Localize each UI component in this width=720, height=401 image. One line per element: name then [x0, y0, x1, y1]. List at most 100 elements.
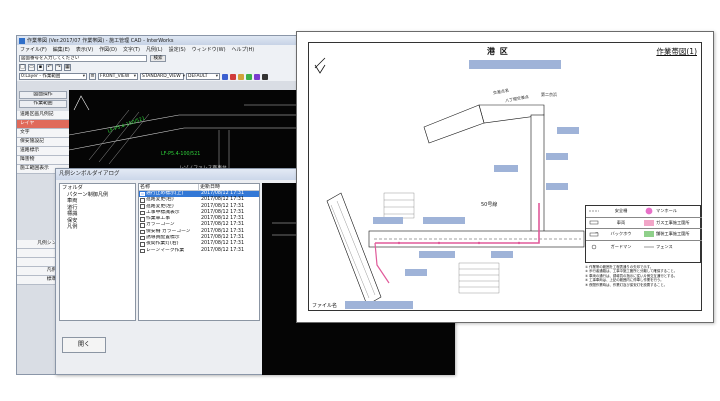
- chevron-down-icon: ▾: [82, 74, 85, 79]
- guardman-icon: [586, 244, 601, 250]
- road-edge-line: [69, 114, 309, 136]
- symbol-date: 2017/08/12 17:31: [201, 247, 244, 253]
- search-button[interactable]: 検索: [150, 54, 166, 62]
- address-label-box: [469, 60, 561, 69]
- view-select-2-value: STANDARD_VIEW: [142, 74, 181, 79]
- chevron-down-icon: ▾: [133, 74, 136, 79]
- layer-select-value: 0:Layer - 作業範囲: [21, 74, 61, 79]
- left-item[interactable]: 道路標示: [17, 147, 69, 156]
- column-date[interactable]: 更新日時: [199, 184, 220, 190]
- legend-label: ガードマン: [610, 243, 632, 249]
- left-panel-list: 道路区画凡例記 レイヤ 文字 保安施設記 道路標示 障害物 施工範囲表示: [17, 111, 69, 174]
- drawing-notes: ① 作業帯の範囲を工程表通りの矢印で示す。 ② 歩行者通路は、工事中施工箇所と分…: [585, 265, 701, 287]
- label-box: [546, 153, 568, 160]
- menu-view[interactable]: 表示(V): [76, 46, 93, 53]
- gas-work-area-icon: [641, 219, 656, 226]
- drawing-ops-button[interactable]: 図面操作: [19, 91, 67, 99]
- label-box: [494, 165, 518, 172]
- drawing-title: 作業帯図(1): [656, 47, 697, 56]
- work-area-drawing: 港 区 作業帯図(1) 50号線 交差点名 八丁堀交差点 第二京浜 ファイル名 …: [296, 31, 714, 323]
- symbol-list[interactable]: 名称 更新日時 通行止め標示(上) 2017/08/12 17:31 進路変更(右…: [138, 183, 260, 321]
- left-item-active[interactable]: レイヤ: [17, 120, 69, 129]
- north-arrow-icon: [314, 57, 326, 74]
- work-range-button[interactable]: 作業範囲: [19, 100, 67, 108]
- menu-legend[interactable]: 凡例(L): [146, 46, 163, 53]
- file-name-box: [345, 301, 413, 309]
- symbol-icon: [140, 235, 145, 241]
- color-green-icon[interactable]: [246, 73, 252, 80]
- view-select-1[interactable]: FRONT_VIEW ▾: [98, 73, 138, 80]
- symbol-name: レーンマーク作業: [146, 247, 185, 253]
- symbol-icon: [140, 204, 145, 209]
- menu-settings[interactable]: 設定(S): [169, 46, 186, 53]
- legend-label: フェンス: [656, 243, 673, 249]
- label-box: [419, 251, 455, 258]
- note-line: ⑤ 夜間作業時は、作業灯及び保安灯を設置すること。: [585, 282, 668, 287]
- symbol-icon: [140, 229, 145, 235]
- color-yellow-icon[interactable]: [238, 73, 244, 80]
- legend-label: ガス工事施工箇所: [656, 219, 690, 225]
- cad-title-text: 作業帯図 (Ver.2017/07 作業帯図) - 施工管理 CAD - Int…: [27, 38, 174, 44]
- menu-draw[interactable]: 作図(D): [99, 46, 117, 53]
- legend-label: 安全柵: [614, 208, 628, 214]
- main-toolbar: □ ▭ ▪ ↶ ↷ ▦: [17, 63, 327, 72]
- label-box: [491, 251, 513, 258]
- undo-icon[interactable]: ↶: [46, 64, 53, 71]
- road-edge-line: [69, 127, 309, 151]
- symbol-icon: [140, 223, 145, 228]
- save-icon[interactable]: ▪: [37, 64, 44, 71]
- sign-label: 第二京浜: [541, 92, 557, 97]
- folder-item[interactable]: 凡例: [61, 224, 134, 230]
- area-name: 港 区: [487, 47, 509, 56]
- label-box: [557, 127, 579, 134]
- layer-select[interactable]: 0:Layer - 作業範囲 ▾: [19, 73, 87, 80]
- menu-edit[interactable]: 編集(E): [53, 46, 70, 53]
- left-item[interactable]: 障害物: [17, 156, 69, 165]
- file-name-label: ファイル名: [312, 303, 338, 309]
- legend-row: 車両 ガス工事施工箇所: [586, 218, 702, 230]
- new-file-icon[interactable]: □: [19, 64, 26, 71]
- left-item[interactable]: 道路区画凡例記: [17, 111, 69, 120]
- column-name[interactable]: 名称: [139, 184, 199, 190]
- menu-help[interactable]: ヘルプ(H): [232, 46, 255, 53]
- color-blue-icon[interactable]: [222, 73, 228, 80]
- color-black-icon[interactable]: [262, 73, 268, 80]
- open-button[interactable]: 開く: [62, 337, 106, 353]
- guardrail-icon: [586, 209, 601, 213]
- left-item[interactable]: 文字: [17, 129, 69, 138]
- legend-label: 舗装工事施工箇所: [656, 231, 690, 237]
- style-select[interactable]: DEFAULT ▾: [186, 73, 220, 80]
- redo-icon[interactable]: ↷: [55, 64, 62, 71]
- chevron-down-icon: ▾: [215, 74, 218, 79]
- menu-bar: ファイル(F) 編集(E) 表示(V) 作図(D) 文字(T) 凡例(L) 設定…: [17, 45, 327, 53]
- view-select-2[interactable]: STANDARD_VIEW ▾: [140, 73, 185, 80]
- style-select-value: DEFAULT: [188, 74, 208, 79]
- color-purple-icon[interactable]: [254, 73, 260, 80]
- symbol-icon: [140, 242, 145, 247]
- road-segment: [423, 104, 485, 144]
- symbol-row[interactable]: レーンマーク作業 2017/08/12 17:31: [139, 248, 259, 254]
- open-folder-icon[interactable]: ▭: [28, 64, 35, 71]
- label-box: [546, 183, 568, 190]
- grid-icon[interactable]: ▦: [64, 64, 71, 71]
- cad-title-bar: 作業帯図 (Ver.2017/07 作業帯図) - 施工管理 CAD - Int…: [17, 36, 327, 45]
- legend-row: バックホウ 舗装工事施工箇所: [586, 229, 702, 241]
- menu-window[interactable]: ウィンドウ(W): [192, 46, 226, 53]
- menu-file[interactable]: ファイル(F): [20, 46, 47, 53]
- menu-text[interactable]: 文字(T): [123, 46, 140, 53]
- layer-props-icon[interactable]: ≡: [89, 73, 96, 80]
- symbol-icon: [140, 217, 145, 222]
- color-red-icon[interactable]: [230, 73, 236, 80]
- legend-row: ガードマン フェンス: [586, 241, 702, 253]
- drawing-search-input[interactable]: 図面番号を入力してください: [19, 54, 147, 62]
- symbol-icon: [140, 210, 145, 216]
- search-bar: 図面番号を入力してください 検索: [17, 53, 327, 63]
- app-icon: [19, 37, 25, 44]
- north-arrow-icon: [73, 95, 90, 111]
- canvas-label-green: LF-P5.4-100/521: [161, 152, 201, 157]
- left-item[interactable]: 保安施設記: [17, 138, 69, 147]
- symbol-icon: [140, 248, 145, 254]
- drawing-frame: 港 区 作業帯図(1) 50号線 交差点名 八丁堀交差点 第二京浜 ファイル名 …: [308, 42, 702, 311]
- folder-tree[interactable]: フォルダ パターン制御凡例 車両 道行 標識 保安 凡例: [59, 183, 136, 321]
- backhoe-icon: [586, 231, 601, 237]
